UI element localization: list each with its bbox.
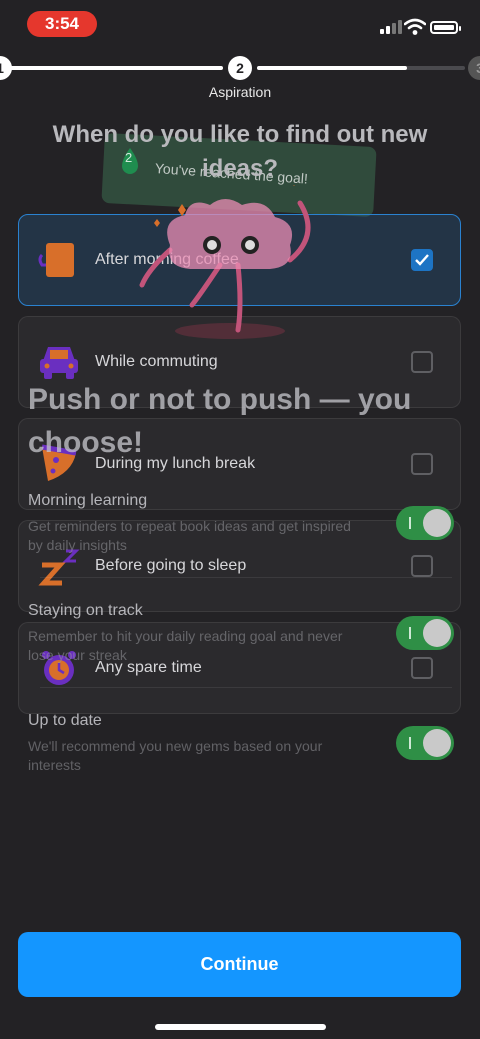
- continue-button[interactable]: Continue: [18, 932, 461, 997]
- divider: [40, 687, 452, 688]
- question-title: When do you like to find out new ideas?: [52, 121, 428, 182]
- wifi-icon: [404, 18, 426, 35]
- checkbox-checked[interactable]: [411, 249, 433, 271]
- option-label: Before going to sleep: [95, 557, 247, 574]
- home-indicator[interactable]: [155, 1024, 326, 1030]
- brain-mascot-illustration: [139, 185, 311, 339]
- option-label: While commuting: [95, 353, 218, 370]
- step-2: 2: [228, 56, 252, 80]
- progress-line-2-fill: [257, 66, 407, 70]
- coffee-cup-icon: [38, 243, 74, 277]
- car-icon: [40, 347, 78, 379]
- setting-title: Morning learning: [28, 492, 148, 509]
- check-icon: [415, 254, 429, 266]
- checkbox[interactable]: [411, 351, 433, 373]
- step-3: 3: [468, 56, 480, 80]
- progress-line-1: [10, 66, 223, 70]
- battery-icon: [430, 21, 461, 34]
- status-time: 3:54: [27, 11, 97, 37]
- setting-title: Staying on track: [28, 602, 143, 619]
- toggle-morning-learning[interactable]: [396, 506, 454, 540]
- setting-description: Get reminders to repeat book ideas and g…: [28, 518, 351, 553]
- divider: [40, 577, 452, 578]
- setting-description: Remember to hit your daily reading goal …: [28, 628, 343, 663]
- setting-description: We'll recommend you new gems based on yo…: [28, 738, 323, 773]
- checkbox[interactable]: [411, 555, 433, 577]
- setting-title: Up to date: [28, 712, 102, 729]
- toggle-up-to-date[interactable]: [396, 726, 454, 760]
- step-label: Aspiration: [208, 84, 272, 100]
- cellular-signal-icon: [380, 20, 402, 34]
- ghost-screen-title: Push or not to push — you choose!: [28, 383, 412, 459]
- checkbox[interactable]: [411, 657, 433, 679]
- step-1: 1: [0, 56, 12, 80]
- toggle-staying-on-track[interactable]: [396, 616, 454, 650]
